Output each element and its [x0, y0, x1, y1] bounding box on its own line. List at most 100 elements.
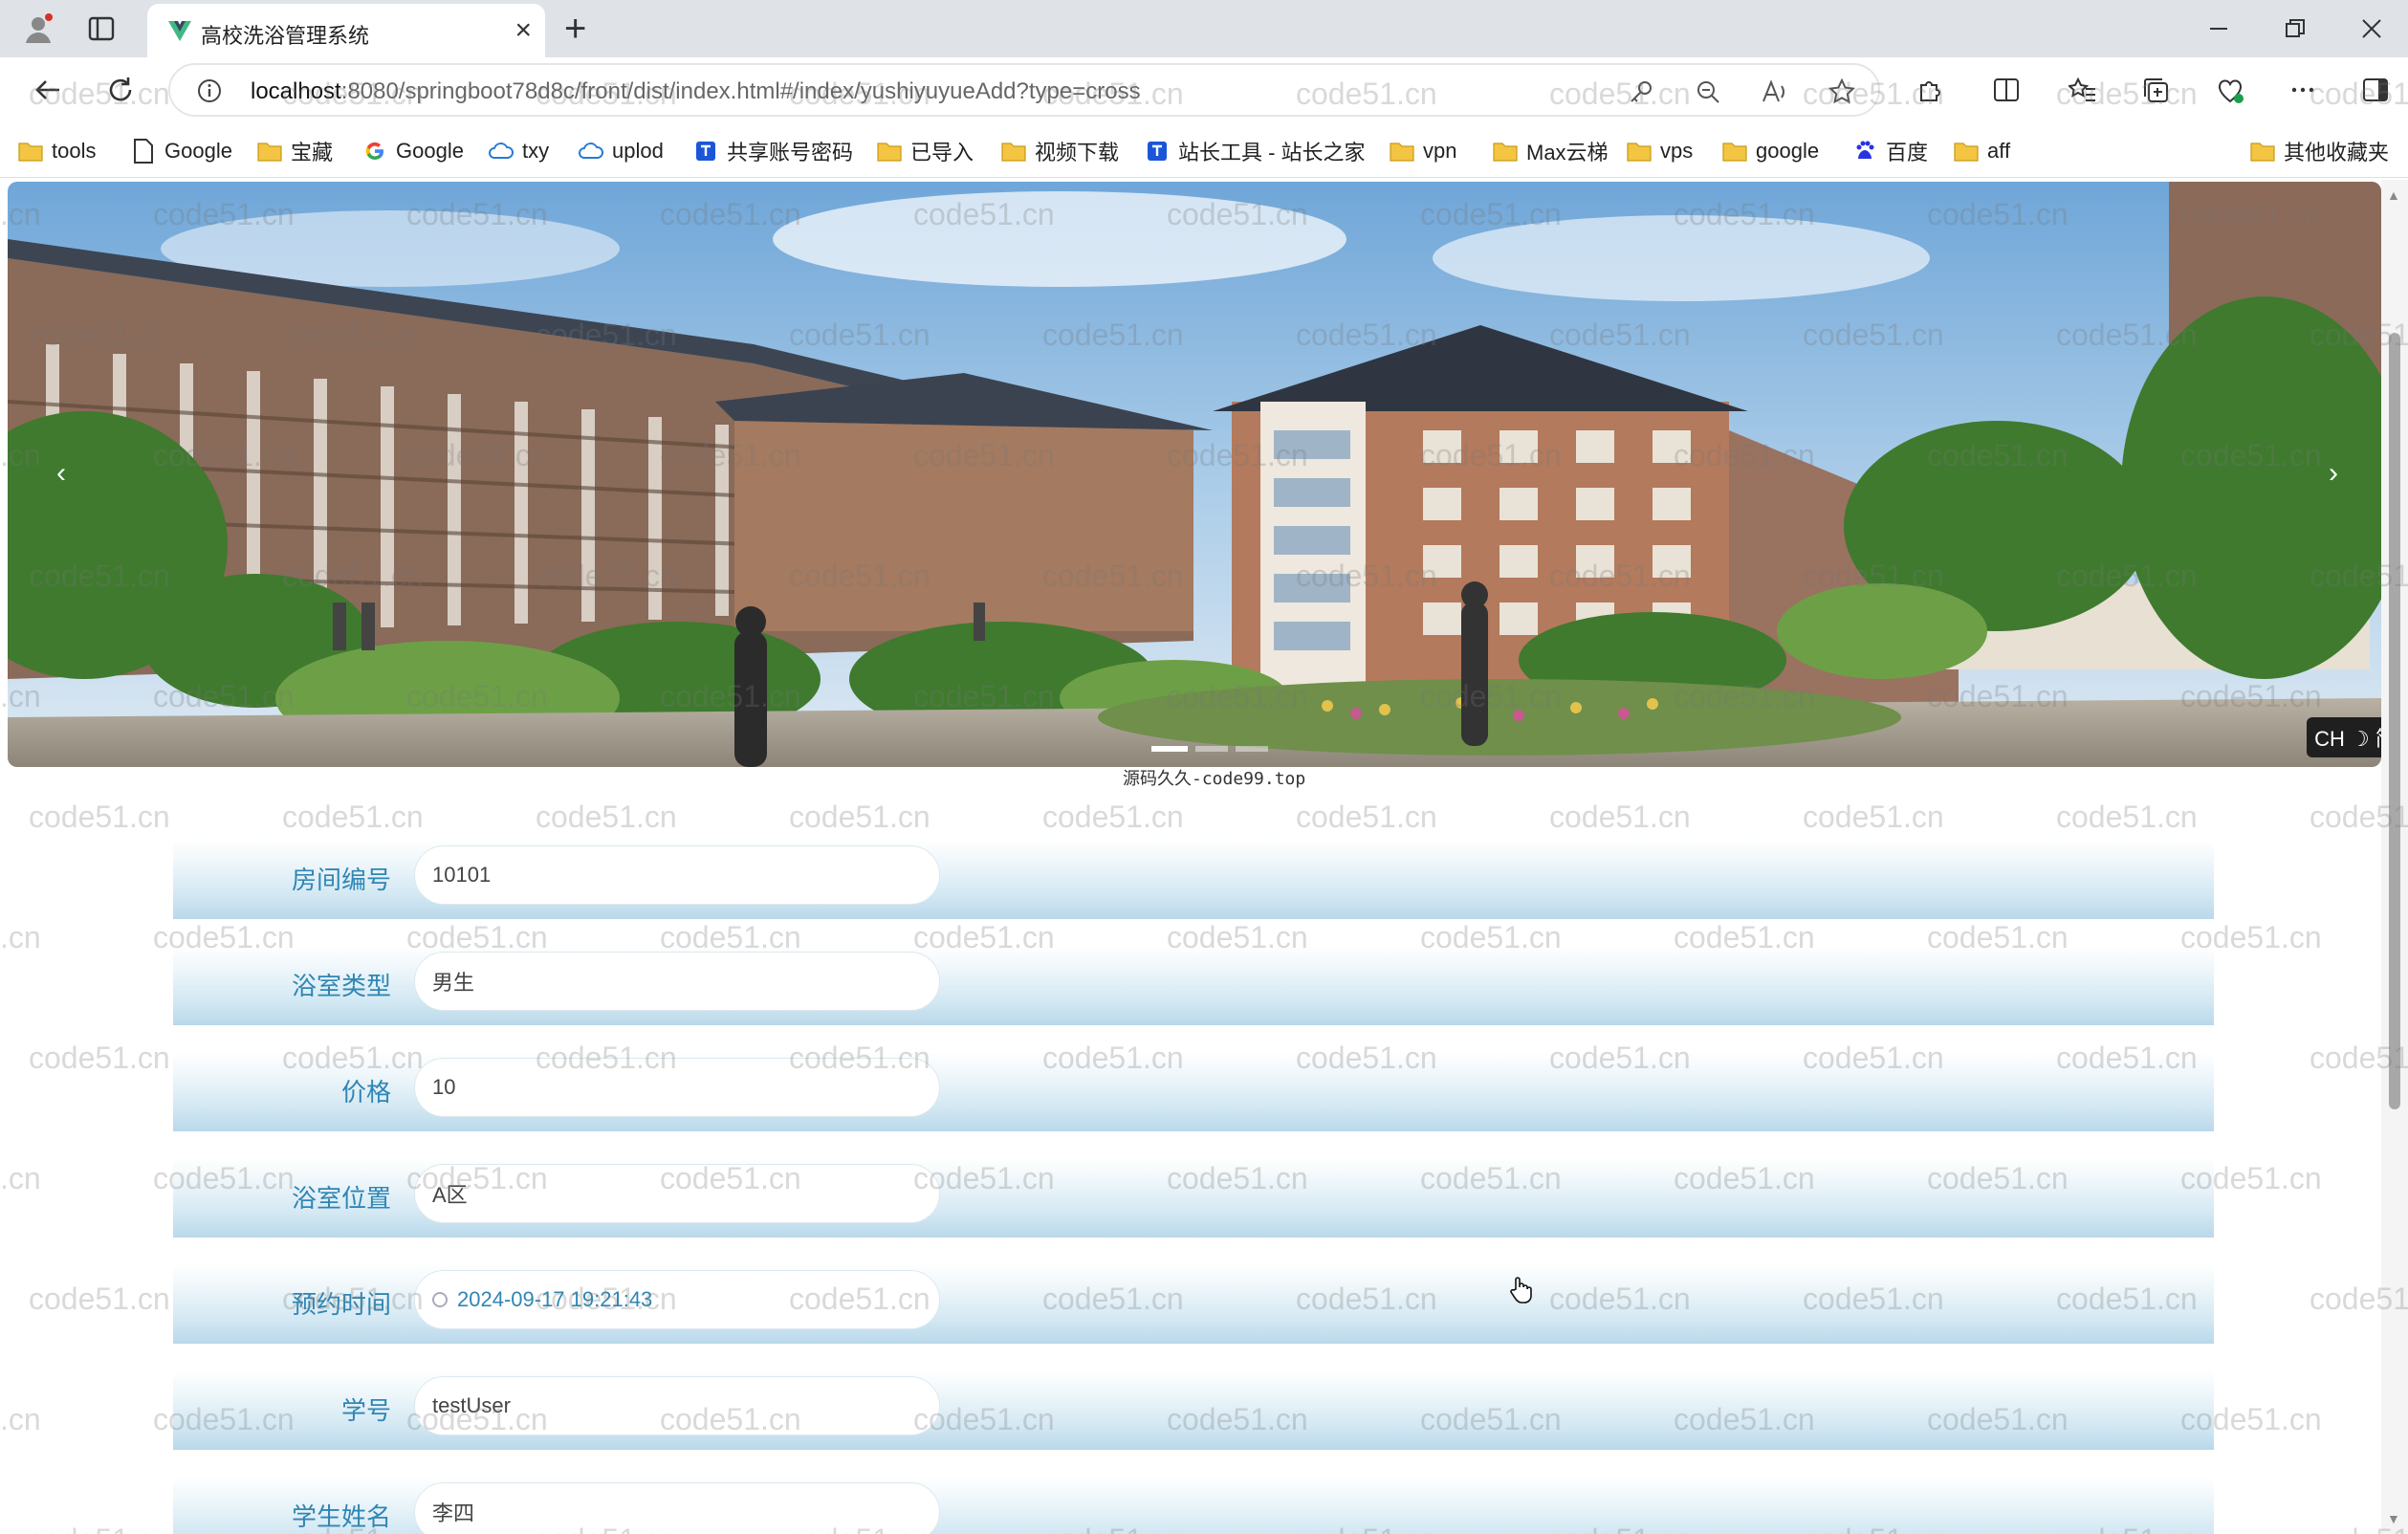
bookmark-label: google [1756, 139, 1820, 163]
bookmark-item[interactable]: Google [130, 136, 232, 166]
favorites-icon[interactable] [2062, 69, 2104, 111]
address-bar[interactable]: localhost:8080/springboot78d8c/front/dis… [168, 63, 1880, 117]
profile-icon[interactable] [19, 10, 57, 48]
banner-caption: 源码久久-code99.top [1123, 769, 1306, 789]
field-label: 学生姓名 [291, 1502, 391, 1531]
bookmark-label: 共享账号密码 [727, 141, 854, 164]
restore-icon[interactable] [2276, 10, 2314, 48]
form-row: 预约时间 2024-09-17 19:21:43 [173, 1264, 2214, 1344]
reload-icon[interactable] [99, 69, 142, 111]
app-icon [692, 138, 719, 164]
close-window-icon[interactable] [2353, 10, 2391, 48]
browser-essentials-icon[interactable] [2209, 69, 2251, 111]
bookmark-item[interactable]: 站长工具 - 站长之家 [1144, 136, 1366, 166]
bookmark-item[interactable]: 共享账号密码 [692, 136, 853, 166]
field-label: 预约时间 [291, 1290, 391, 1319]
folder-icon [1721, 138, 1748, 164]
bookmark-label: 百度 [1886, 141, 1929, 164]
bookmark-label: Google [396, 139, 464, 163]
field-label: 浴室类型 [291, 972, 391, 1000]
password-key-icon[interactable] [1626, 77, 1656, 107]
bookmark-item[interactable]: 百度 [1851, 136, 1928, 166]
folder-icon [1953, 138, 1980, 164]
field-input[interactable]: testUser [414, 1376, 940, 1435]
form-row: 学号 testUser [173, 1370, 2214, 1450]
bookmark-item[interactable]: Max云梯 [1492, 136, 1609, 166]
vue-favicon-icon [168, 21, 191, 41]
scroll-up-icon[interactable]: ▲ [2387, 187, 2400, 203]
bookmark-label: 站长工具 - 站长之家 [1178, 141, 1366, 164]
sidebar-toggle-icon[interactable] [2354, 69, 2397, 111]
google-icon [361, 138, 388, 164]
folder-icon [1389, 138, 1415, 164]
field-label: 浴室位置 [291, 1184, 391, 1213]
carousel-next-icon[interactable]: › [2314, 449, 2353, 497]
new-tab-icon[interactable]: + [564, 10, 586, 48]
form-row: 房间编号 10101 [173, 840, 2214, 919]
url-text[interactable]: localhost:8080/springboot78d8c/front/dis… [251, 78, 1141, 105]
field-value: 10 [432, 1075, 456, 1099]
banner-carousel[interactable]: ‹ › [8, 182, 2381, 767]
split-screen-icon[interactable] [1985, 69, 2027, 111]
form-row: 浴室类型 男生 [173, 946, 2214, 1025]
read-aloud-icon[interactable] [1760, 77, 1790, 107]
bookmark-item[interactable]: tools [17, 136, 96, 166]
back-icon[interactable] [27, 69, 69, 111]
field-input[interactable]: 李四 [414, 1482, 940, 1534]
carousel-indicators [1151, 746, 1268, 752]
bookmark-item[interactable]: google [1721, 136, 1819, 166]
baidu-icon [1851, 138, 1878, 164]
form-row: 学生姓名 李四 [173, 1477, 2214, 1534]
favorite-star-icon[interactable] [1827, 77, 1857, 107]
hand-cursor-icon [1510, 1277, 1532, 1304]
field-input[interactable]: A区 [414, 1164, 940, 1223]
cloud-icon [488, 138, 514, 164]
minimize-icon[interactable] [2200, 10, 2238, 48]
collections-icon[interactable] [2134, 69, 2177, 111]
bookmark-item[interactable]: aff [1953, 136, 2010, 166]
bookmark-label: uplod [612, 139, 664, 163]
scroll-down-icon[interactable]: ▼ [2387, 1511, 2400, 1526]
bookmark-item[interactable]: 宝藏 [256, 136, 333, 166]
extensions-icon[interactable] [1909, 69, 1951, 111]
page-icon [130, 138, 157, 164]
tab-title: 高校洗浴管理系统 [201, 24, 370, 48]
field-value: 10101 [432, 863, 492, 887]
carousel-indicator[interactable] [1195, 746, 1228, 752]
field-input[interactable]: 10 [414, 1058, 940, 1117]
field-input[interactable]: 10101 [414, 845, 940, 905]
field-value: 男生 [432, 971, 475, 995]
carousel-indicator[interactable] [1236, 746, 1268, 752]
bookmark-item[interactable]: 视频下载 [1000, 136, 1119, 166]
tab-close-icon[interactable]: × [514, 13, 532, 48]
date-picker-input[interactable]: 2024-09-17 19:21:43 [414, 1270, 940, 1329]
site-info-icon[interactable] [197, 78, 222, 103]
bookmark-item[interactable]: 已导入 [876, 136, 974, 166]
bookmark-item[interactable]: Google [361, 136, 464, 166]
folder-icon [17, 138, 44, 164]
tab-actions-icon[interactable] [82, 10, 120, 48]
more-menu-icon[interactable] [2282, 69, 2324, 111]
bookmark-item[interactable]: txy [488, 136, 549, 166]
app-icon [1144, 138, 1171, 164]
scroll-thumb[interactable] [2389, 333, 2400, 1109]
field-input[interactable]: 男生 [414, 952, 940, 1011]
tab-active[interactable]: 高校洗浴管理系统 × [147, 4, 545, 57]
field-value: A区 [432, 1183, 468, 1207]
campus-banner-image [8, 182, 2381, 767]
page-scrollbar[interactable]: ▲ ▼ [2381, 180, 2408, 1534]
bookmark-label: Max云梯 [1526, 141, 1609, 164]
field-value: testUser [432, 1393, 511, 1417]
bookmark-label: aff [1987, 139, 2011, 163]
bookmark-label: 已导入 [910, 141, 974, 164]
other-bookmarks[interactable]: 其他收藏夹 [2249, 136, 2389, 166]
zoom-icon[interactable] [1693, 77, 1723, 107]
bookmarks-bar: tools Google 宝藏 Google txy uplod 共享账号密码 已导入 视频下载… [0, 124, 2408, 178]
carousel-prev-icon[interactable]: ‹ [42, 449, 80, 497]
bookmark-label: vps [1660, 139, 1694, 163]
bookmark-item[interactable]: uplod [578, 136, 664, 166]
carousel-indicator[interactable] [1151, 746, 1188, 752]
bookmark-label: txy [522, 139, 550, 163]
bookmark-item[interactable]: vpn [1389, 136, 1456, 166]
bookmark-item[interactable]: vps [1626, 136, 1693, 166]
